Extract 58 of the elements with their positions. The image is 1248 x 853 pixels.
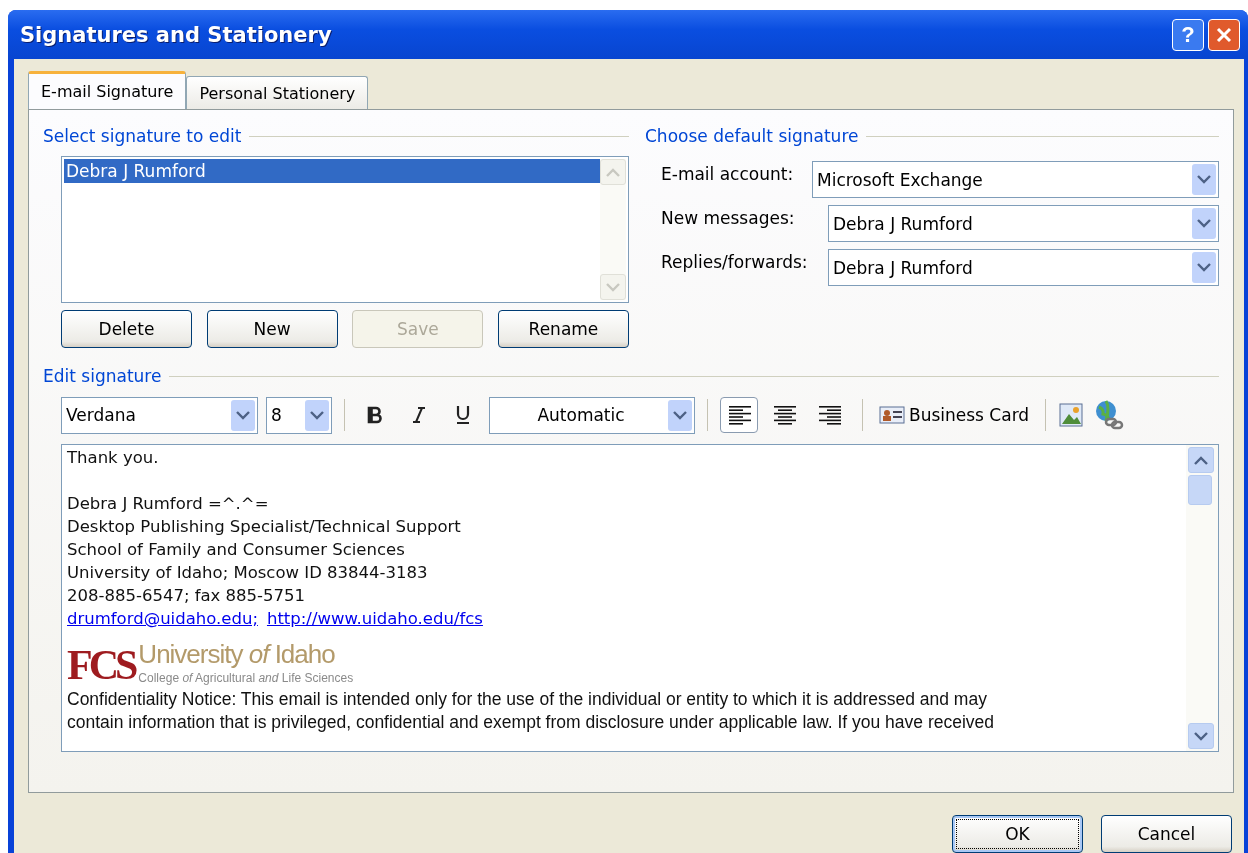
- field-label: Replies/forwards:: [661, 251, 809, 272]
- chevron-down-icon: [1194, 731, 1208, 741]
- font-dropdown[interactable]: Verdana: [61, 396, 258, 434]
- dialog-button[interactable]: Cancel: [1101, 815, 1232, 853]
- signature-text: University of Idaho; Moscow ID 83844-3183: [67, 563, 428, 582]
- business-card-button[interactable]: Business Card: [875, 405, 1034, 425]
- signature-link[interactable]: http://www.uidaho.edu/fcs: [266, 607, 483, 630]
- section-heading: Select signature to edit: [43, 126, 242, 146]
- align-button[interactable]: [720, 397, 758, 433]
- picture-icon[interactable]: [1058, 402, 1085, 428]
- chevron-down-icon: [310, 410, 324, 420]
- logo-name: University of Idaho: [138, 640, 336, 667]
- notice-text: Confidentiality Notice: This email is intended only for the use of the individual or entity to which it is addressed and may: [67, 688, 988, 711]
- size-dropdown[interactable]: 8: [266, 396, 332, 434]
- close-icon: [1215, 25, 1233, 44]
- action-button[interactable]: Delete: [61, 310, 192, 348]
- signature-link[interactable]: drumford@uidaho.edu;: [67, 607, 258, 630]
- align-center-icon: [773, 405, 797, 425]
- close-button[interactable]: [1208, 18, 1240, 51]
- color-dropdown[interactable]: Automatic: [489, 396, 695, 434]
- dialog-button[interactable]: OK: [952, 815, 1083, 853]
- chevron-down-icon: [236, 410, 250, 420]
- help-button[interactable]: ?: [1172, 18, 1204, 51]
- dropdown[interactable]: Microsoft Exchange: [812, 161, 1219, 198]
- notice-text: contain information that is privileged, confidential and exempt from disclosure under applicable law. If you have received: [67, 711, 996, 734]
- section-heading: Edit signature: [43, 366, 162, 386]
- tab[interactable]: Personal Stationery: [186, 76, 369, 109]
- scroll-thumb[interactable]: [1188, 475, 1212, 505]
- logo-mark: FCS: [67, 645, 135, 685]
- signature-list[interactable]: Debra J Rumford: [61, 156, 629, 303]
- align-right-icon: [819, 405, 843, 425]
- signature-text: Thank you.: [67, 448, 159, 467]
- scrollbar[interactable]: [600, 159, 626, 300]
- scrollbar[interactable]: [1186, 445, 1218, 751]
- signature-editor[interactable]: [61, 444, 1219, 752]
- window-title: Signatures and Stationery: [20, 22, 333, 47]
- chevron-down-icon: [673, 410, 687, 420]
- chevron-down-icon: [1197, 219, 1211, 228]
- signature-text: Debra J Rumford =^.^=: [67, 494, 269, 513]
- action-button[interactable]: Rename: [497, 310, 629, 348]
- section-heading: Choose default signature: [645, 126, 859, 146]
- list-item[interactable]: Debra J Rumford: [64, 159, 600, 183]
- chevron-down-icon: [606, 282, 620, 292]
- signature-text: Desktop Publishing Specialist/Technical Support: [67, 517, 461, 536]
- chevron-down-icon: [1197, 263, 1211, 272]
- action-button[interactable]: New: [206, 310, 338, 348]
- scroll-up-icon: [606, 167, 620, 177]
- signature-text: 208-885-6547; fax 885-5751: [67, 586, 306, 605]
- contact-card-icon: [879, 406, 905, 424]
- align-left-icon: [727, 405, 751, 425]
- dropdown[interactable]: Debra J Rumford: [828, 249, 1219, 286]
- dropdown[interactable]: Debra J Rumford: [828, 205, 1219, 242]
- signature-text: School of Family and Consumer Sciences: [67, 540, 405, 559]
- tab[interactable]: E-mail Signature: [28, 71, 187, 109]
- field-label: New messages:: [661, 207, 796, 228]
- chevron-down-icon: [1197, 175, 1211, 184]
- scroll-up-icon: [1194, 455, 1208, 465]
- field-label: E-mail account:: [661, 163, 795, 184]
